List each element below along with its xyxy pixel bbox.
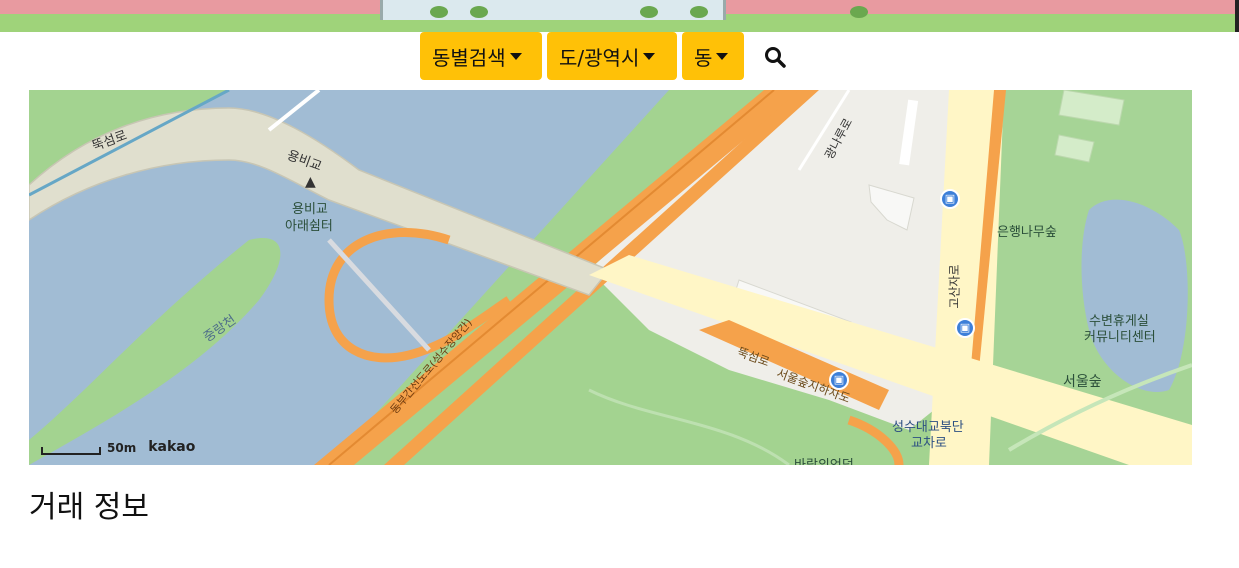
map-label-shelter-2: 아래쉼터: [285, 219, 333, 234]
map-label-gosanja-ro: 고산자로: [947, 264, 962, 309]
tree-icon: ▲: [305, 174, 316, 190]
kakao-logo: kakao: [148, 439, 196, 455]
banner-bush: [640, 6, 658, 18]
banner-edge: [1235, 0, 1239, 32]
caret-down-icon: [509, 52, 522, 60]
search-icon[interactable]: [760, 42, 790, 72]
search-type-label: 동별검색: [432, 45, 506, 70]
scale-text: 50m: [107, 441, 137, 455]
map-scale: 50m kakao: [41, 439, 196, 455]
dong-dropdown[interactable]: 동: [682, 32, 744, 80]
search-type-dropdown[interactable]: 동별검색: [420, 32, 542, 80]
bus-stop-icon[interactable]: ▣: [829, 370, 849, 390]
bus-stop-icon[interactable]: ▣: [955, 318, 975, 338]
transaction-info-title: 거래 정보: [29, 490, 149, 525]
banner-bush: [430, 6, 448, 18]
map-view[interactable]: 뚝섬로 용비교 ▲ 용비교 아래쉼터 중랑천 광나루로 고산자로 은행나무숲 수…: [29, 90, 1192, 465]
banner-bush: [690, 6, 708, 18]
scale-bar: [41, 447, 101, 455]
dong-label: 동: [694, 45, 713, 70]
banner-bush: [470, 6, 488, 18]
caret-down-icon: [643, 52, 656, 60]
map-label-seoul-forest: 서울숲: [1063, 374, 1102, 390]
banner-bush: [850, 6, 868, 18]
map-label-intersection-2: 교차로: [911, 436, 947, 451]
bus-stop-icon[interactable]: ▣: [940, 189, 960, 209]
map-label-bottom-cut: 바람의언덕: [794, 454, 854, 465]
map-label-rest-area-2: 커뮤니티센터: [1084, 330, 1156, 345]
province-dropdown[interactable]: 도/광역시: [547, 32, 677, 80]
map-canvas: [29, 90, 1192, 465]
header-banner-image: [0, 0, 1239, 32]
caret-down-icon: [716, 52, 729, 60]
province-label: 도/광역시: [559, 45, 640, 70]
map-label-ginkgo-forest: 은행나무숲: [997, 225, 1057, 240]
search-toolbar: 동별검색 도/광역시 동: [0, 32, 1239, 80]
